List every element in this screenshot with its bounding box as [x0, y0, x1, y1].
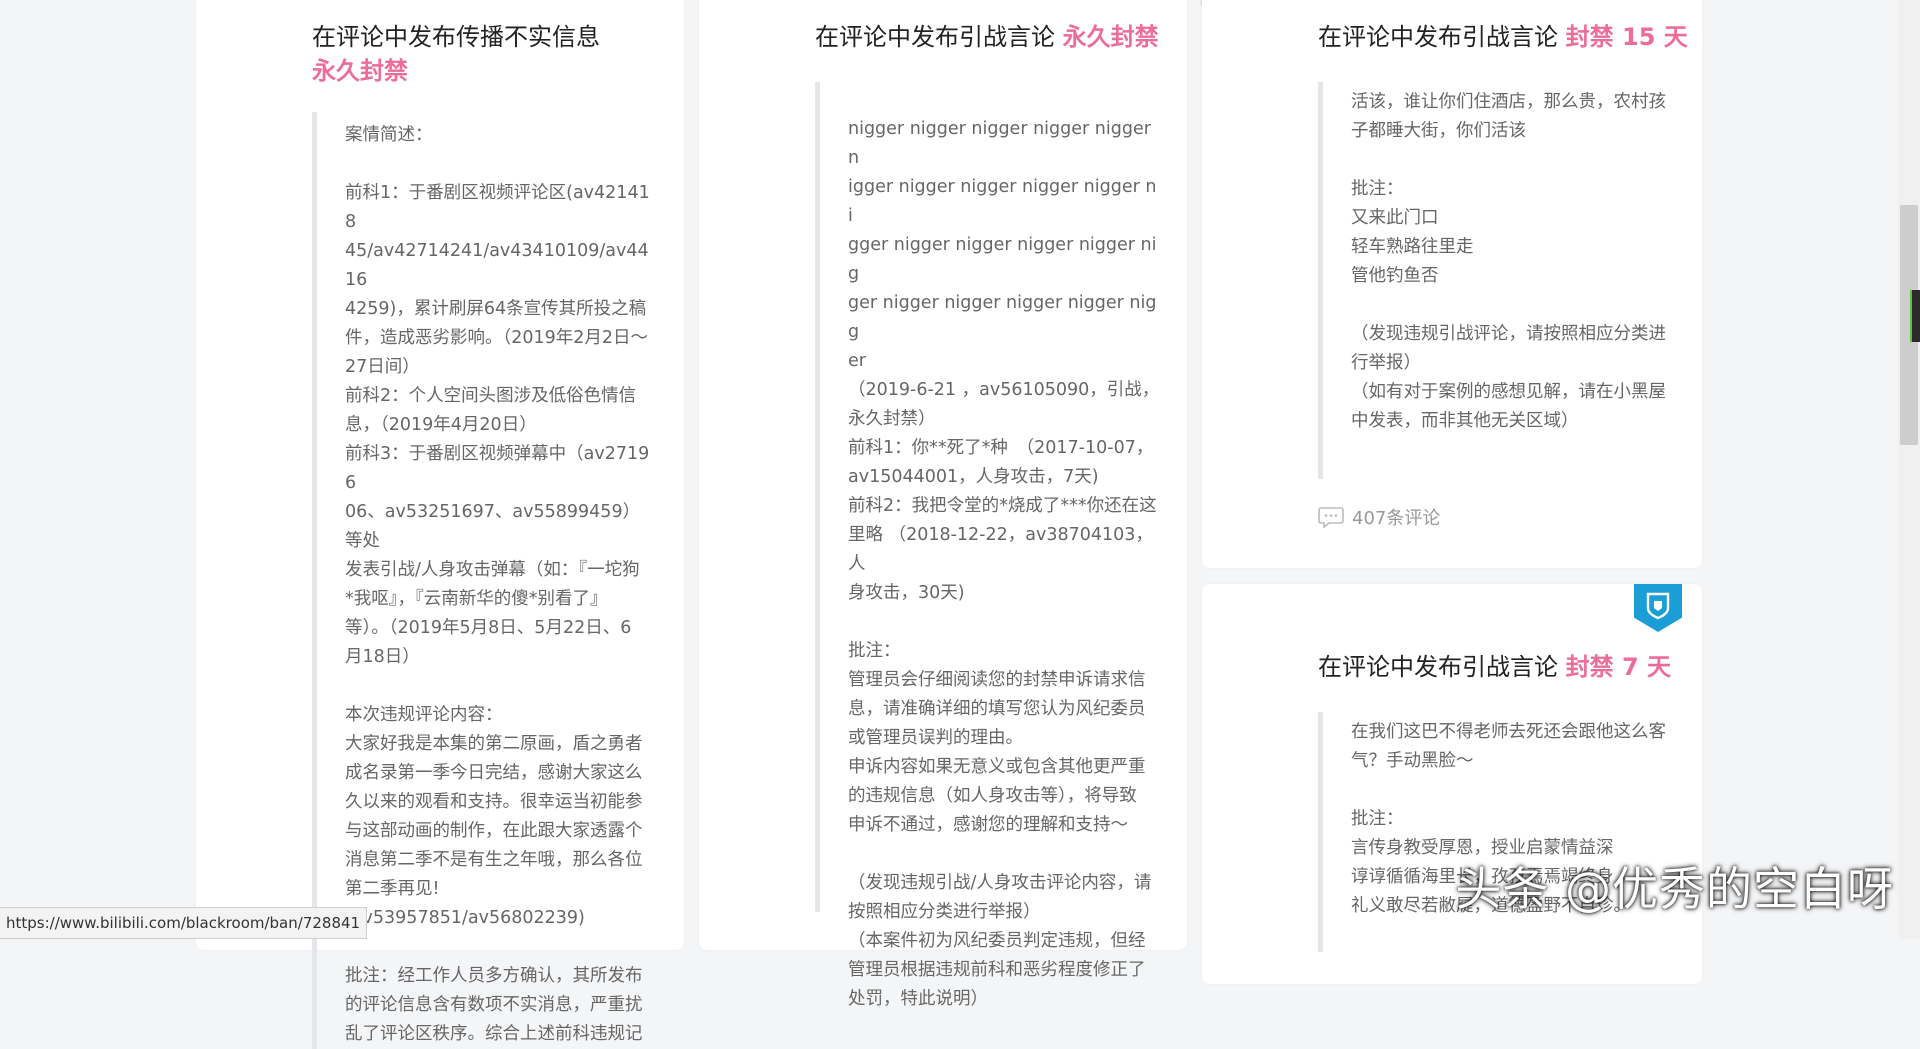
case-title: 在评论中发布传播不实信息 永久封禁: [312, 20, 642, 88]
quote-line: *我呕』，『云南新华的傻*别看了』: [345, 589, 608, 609]
quote-line: 轻车熟路往里走: [1351, 237, 1474, 257]
quote-line: 与这部动画的制作，在此跟大家透露个: [345, 821, 643, 841]
case-card-2[interactable]: 在评论中发布引战言论 永久封禁 nigger nigger nigger nig…: [699, 0, 1187, 1009]
quote-line: nigger nigger nigger nigger nigger n: [848, 119, 1157, 168]
quote-line: 身攻击，30天): [848, 583, 965, 603]
quote-line: 久以来的观看和支持。很幸运当初能参: [345, 792, 643, 812]
browser-status-url: https://www.bilibili.com/blackroom/ban/7…: [0, 907, 368, 939]
comment-count[interactable]: 407条评论: [1318, 504, 1440, 530]
quote-line: 本次违规评论内容：: [345, 705, 503, 725]
quote-line: 管理员会仔细阅读您的封禁申诉请求信: [848, 670, 1146, 690]
comment-icon: [1318, 507, 1344, 528]
quote-line: 大家好我是本集的第二原画，盾之勇者: [345, 734, 643, 754]
quote-line: 中发表，而非其他无关区域）: [1351, 411, 1579, 431]
case-title-text: 在评论中发布引战言论: [815, 23, 1055, 51]
quote-line: [848, 840, 1160, 869]
quote-line: 批注：: [848, 641, 901, 661]
quote-line: 批注：: [1351, 809, 1404, 829]
quote-line: [1351, 146, 1668, 175]
quote-line: 的评论信息含有数项不实消息，严重扰: [345, 995, 643, 1015]
penalty-label: 永久封禁: [312, 57, 408, 85]
case-card-4[interactable]: 在评论中发布引战言论 封禁 7 天 在我们这巴不得老师去死还会跟他这么客 气？手动…: [1202, 584, 1702, 984]
quote-line: [1351, 776, 1668, 805]
quote-line: 案情简述：: [345, 125, 433, 145]
case-title: 在评论中发布引战言论 封禁 15 天: [1318, 20, 1688, 54]
quote-line: 等）。（2019年5月8日、5月22日、6: [345, 618, 632, 638]
quote-line: （本案件初为风纪委员判定违规，但经: [848, 931, 1146, 951]
quote-line: 06、av53251697、av55899459）等处: [345, 502, 641, 551]
quote-line: 活该，谁让你们住酒店，那么贵，农村孩: [1351, 92, 1666, 112]
case-title-text: 在评论中发布传播不实信息: [312, 23, 600, 51]
quote-line: 行举报）: [1351, 353, 1421, 373]
quote-line: (av53957851/av56802239): [345, 908, 585, 928]
case-title: 在评论中发布引战言论 封禁 7 天: [1318, 650, 1688, 684]
penalty-label: 封禁 7 天: [1565, 653, 1672, 681]
quote-line: 月18日）: [345, 647, 420, 667]
quote-line: 管理员根据违规前科和恶劣程度修正了: [848, 960, 1146, 980]
case-card-1[interactable]: 在评论中发布传播不实信息 永久封禁 案情简述： 前科1：于番剧区视频评论区(av4…: [196, 0, 684, 1049]
quote-line: 永久封禁）: [848, 409, 936, 429]
quote-line: gger nigger nigger nigger nigger nig: [848, 235, 1157, 284]
quote-line: 第二季再见!: [345, 879, 440, 899]
quote-line: 申诉内容如果无意义或包含其他更严重: [848, 757, 1146, 777]
quote-line: （发现违规引战/人身攻击评论内容，请: [848, 873, 1152, 893]
quote-line: 批注：: [1351, 179, 1404, 199]
quote-line: 前科3：于番剧区视频弹幕中（av27196: [345, 444, 650, 493]
quote-line: 息，请准确详细的填写您认为风纪委员: [848, 699, 1146, 719]
quote-line: 申诉不通过，感谢您的理解和支持～: [848, 815, 1128, 835]
quote-line: [345, 672, 657, 701]
quote-line: 的违规信息（如人身攻击等），将导致: [848, 786, 1137, 806]
quote-line: 27日间）: [345, 357, 420, 377]
quote-line: 45/av42714241/av43410109/av4416: [345, 241, 649, 290]
quote-line: 4259)，累计刷屏64条宣传其所投之稿: [345, 299, 647, 319]
case-quote: 活该，谁让你们住酒店，那么贵，农村孩 子都睡大街，你们活该 批注： 又来此门口轻车熟路…: [1318, 82, 1668, 479]
quote-line: 成名录第一季今日完结，感谢大家这么: [345, 763, 643, 783]
case-card-3[interactable]: 在评论中发布引战言论 封禁 15 天 活该，谁让你们住酒店，那么贵，农村孩 子都睡…: [1202, 0, 1702, 568]
quote-line: （如有对于案例的感想见解，请在小黑屋: [1351, 382, 1666, 402]
quote-line: 前科2：个人空间头图涉及低俗色情信: [345, 386, 637, 406]
case-quote: nigger nigger nigger nigger nigger n igge…: [815, 82, 1160, 1009]
quote-line: 按照相应分类进行举报）: [848, 902, 1041, 922]
quote-line: 又来此门口: [1351, 208, 1439, 228]
quote-line: 管他钓鱼否: [1351, 266, 1439, 286]
watermark-text: 头条 @优秀的空白呀: [1455, 862, 1894, 916]
quote-line: [1351, 291, 1668, 320]
quote-line: 乱了评论区秩序。综合上述前科违规记: [345, 1024, 643, 1044]
page-scrollbar[interactable]: [1898, 0, 1920, 939]
shield-badge-icon: [1634, 584, 1682, 632]
side-widget[interactable]: [1910, 290, 1920, 342]
quote-line: ger nigger nigger nigger nigger nigg: [848, 293, 1157, 342]
quote-line: [345, 933, 657, 962]
quote-line: 批注：经工作人员多方确认，其所发布: [345, 966, 643, 986]
quote-line: 在我们这巴不得老师去死还会跟他这么客: [1351, 722, 1666, 742]
quote-line: 气？手动黑脸～: [1351, 751, 1474, 771]
quote-line: av15044001，人身攻击，7天): [848, 467, 1099, 487]
case-title-text: 在评论中发布引战言论: [1318, 23, 1558, 51]
quote-line: 处罚，特此说明）: [848, 989, 988, 1009]
quote-line: 前科1：你**死了*种 （2017-10-07，: [848, 438, 1154, 458]
comment-count-label: 407条评论: [1352, 508, 1441, 529]
quote-line: 前科1：于番剧区视频评论区(av421418: [345, 183, 650, 232]
quote-line: [848, 608, 1160, 637]
quote-line: 发表引战/人身攻击弹幕（如：『一坨狗: [345, 560, 640, 580]
quote-line: （2019-6-21 ，av56105090，引战，: [848, 380, 1160, 400]
penalty-label: 封禁 15 天: [1565, 23, 1688, 51]
quote-line: 息，（2019年4月20日）: [345, 415, 537, 435]
quote-line: 消息第二季不是有生之年哦，那么各位: [345, 850, 643, 870]
quote-line: 里略 （2018-12-22，av38704103，人: [848, 525, 1153, 574]
quote-line: 前科2：我把令堂的*烧成了***你还在这: [848, 496, 1157, 516]
quote-line: er: [848, 351, 866, 371]
case-title-text: 在评论中发布引战言论: [1318, 653, 1558, 681]
quote-line: 件，造成恶劣影响。（2019年2月2日～: [345, 328, 649, 348]
case-title: 在评论中发布引战言论 永久封禁: [815, 20, 1175, 54]
penalty-label: 永久封禁: [1062, 23, 1159, 51]
quote-line: （发现违规引战评论，请按照相应分类进: [1351, 324, 1666, 344]
quote-line: igger nigger nigger nigger nigger ni: [848, 177, 1157, 226]
quote-line: 或管理员误判的理由。: [848, 728, 1023, 748]
quote-line: 子都睡大街，你们活该: [1351, 121, 1526, 141]
quote-line: [345, 150, 657, 179]
